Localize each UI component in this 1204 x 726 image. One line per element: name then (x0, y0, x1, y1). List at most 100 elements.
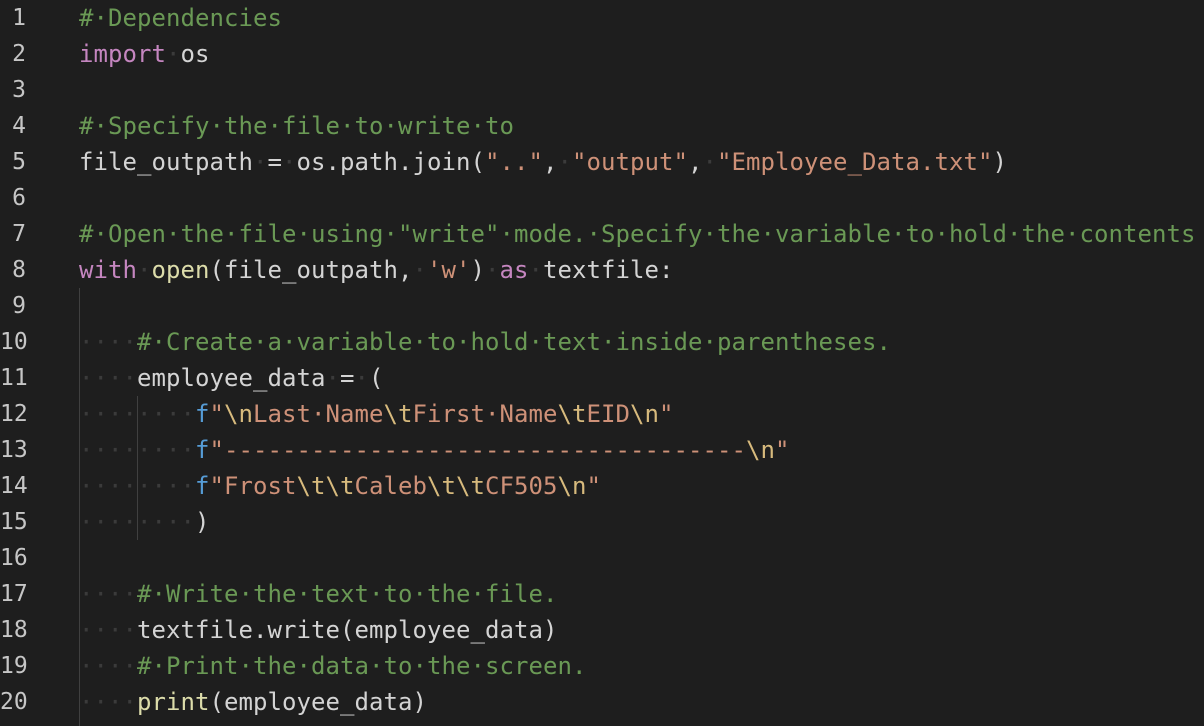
code-token: \n (224, 400, 253, 428)
code-token: #·Specify·the·file·to·write·to (79, 112, 514, 140)
code-token: " (774, 436, 790, 464)
code-token: "Frost (209, 472, 297, 500)
code-token: "------------------------------------ (209, 436, 746, 464)
code-text: #·Dependencies (79, 0, 282, 36)
code-line[interactable]: 17 ····#·Write·the·text·to·the·file. (0, 576, 1204, 612)
whitespace-marker: · (282, 148, 297, 176)
line-number: 6 (12, 185, 26, 211)
code-line[interactable]: 19 ····#·Print·the·data·to·the·screen. (0, 648, 1204, 684)
code-token: open (151, 256, 210, 284)
line-number: 18 (0, 617, 28, 643)
code-line[interactable]: 13 ········f"----------------------------… (0, 432, 1204, 468)
code-token: \t (557, 400, 587, 428)
code-token: f (195, 472, 210, 500)
code-token: ( (369, 364, 384, 392)
line-number: 2 (12, 41, 26, 67)
code-line[interactable]: 9 (0, 288, 1204, 324)
code-line[interactable]: 4 #·Specify·the·file·to·write·to (0, 108, 1204, 144)
code-token: " (659, 400, 674, 428)
code-token: \n (630, 400, 659, 428)
code-line[interactable]: 3 (0, 72, 1204, 108)
whitespace-marker: ···· (79, 580, 137, 608)
code-token: import (79, 40, 166, 68)
code-line[interactable]: 15 ········) (0, 504, 1204, 540)
line-number: 3 (12, 77, 26, 103)
code-token: employee_data (137, 364, 326, 392)
line-number: 7 (12, 221, 26, 247)
code-token: (file_outpath, (209, 256, 413, 284)
code-token: ".." (485, 148, 543, 176)
line-number: 20 (0, 689, 28, 715)
code-token: as (499, 256, 529, 284)
code-text: ········) (79, 504, 210, 540)
code-line[interactable]: 1 #·Dependencies (0, 0, 1204, 36)
line-number: 19 (0, 653, 28, 679)
code-line[interactable]: 7 #·Open·the·file·using·"write"·mode.·Spe… (0, 216, 1204, 252)
code-token: #·Dependencies (79, 4, 282, 32)
whitespace-marker: · (557, 148, 572, 176)
code-token: #·Write·the·text·to·the·file. (137, 580, 558, 608)
code-token: (employee_data) (209, 688, 427, 716)
code-token: " (586, 472, 601, 500)
whitespace-marker: ···· (79, 328, 137, 356)
code-text: ····#·Create·a·variable·to·hold·text·ins… (79, 324, 891, 360)
line-number: 9 (12, 293, 26, 319)
code-token: \n (745, 436, 775, 464)
code-line[interactable]: 18 ····textfile.write(employee_data) (0, 612, 1204, 648)
indent-guide (79, 288, 80, 726)
code-editor[interactable]: 1 #·Dependencies 2 import · os 3 4 #·Specify·the… (0, 0, 1204, 726)
code-line[interactable]: 10 ····#·Create·a·variable·to·hold·text·i… (0, 324, 1204, 360)
line-number: 8 (12, 257, 26, 283)
code-token: Last·Name (253, 400, 384, 428)
code-token: f (195, 436, 210, 464)
code-token: "Employee_Data.txt" (717, 148, 993, 176)
code-token: EID (586, 400, 630, 428)
code-token: #·Create·a·variable·to·hold·text·inside·… (137, 328, 891, 356)
code-token: \t\t (296, 472, 355, 500)
code-token: os.path.join( (296, 148, 485, 176)
line-number: 1 (12, 5, 26, 31)
code-text: ····#·Print·the·data·to·the·screen. (79, 648, 586, 684)
code-text: ········f"\nLast·Name\tFirst·Name\tEID\n… (79, 396, 674, 432)
code-token: First·Name (412, 400, 558, 428)
code-line[interactable]: 12 ········f"\nLast·Name\tFirst·Name\tEID… (0, 396, 1204, 432)
code-token: 'w' (427, 256, 471, 284)
code-token: Caleb (354, 472, 427, 500)
code-line[interactable]: 6 (0, 180, 1204, 216)
code-token: print (137, 688, 210, 716)
code-token: , (543, 148, 558, 176)
code-text: #·Open·the·file·using·"write"·mode.·Spec… (79, 216, 1195, 252)
code-token: = (267, 148, 282, 176)
code-token: CF505 (485, 472, 558, 500)
code-token: os (180, 40, 210, 68)
code-token: ) (992, 148, 1007, 176)
line-number: 4 (12, 113, 26, 139)
code-token: " (209, 400, 224, 428)
line-number: 5 (12, 149, 26, 175)
line-number: 10 (0, 329, 28, 355)
whitespace-marker: · (253, 148, 268, 176)
whitespace-marker: ···· (79, 652, 137, 680)
code-token: textfile.write(employee_data) (137, 616, 558, 644)
line-number: 15 (0, 509, 28, 535)
whitespace-marker: · (325, 364, 340, 392)
code-line[interactable]: 11 ····employee_data·=·( (0, 360, 1204, 396)
line-number: 11 (0, 365, 28, 391)
code-line[interactable]: 16 (0, 540, 1204, 576)
code-line[interactable]: 20 ····print(employee_data) (0, 684, 1204, 720)
code-token: ) (195, 508, 210, 536)
code-token: = (340, 364, 355, 392)
code-line[interactable]: 2 import·os (0, 36, 1204, 72)
code-token: #·Open·the·file·using·"write"·mode.·Spec… (79, 220, 1196, 248)
code-text: ········f"------------------------------… (79, 432, 789, 468)
whitespace-marker: · (354, 364, 369, 392)
code-token: \n (557, 472, 587, 500)
whitespace-marker: · (137, 256, 152, 284)
code-line[interactable]: 14 ········f"Frost\t\tCaleb\t\tCF505\n" (0, 468, 1204, 504)
code-line[interactable]: 8 with·open(file_outpath,·'w')·as·textfil… (0, 252, 1204, 288)
code-line[interactable]: 5 file_outpath·=·os.path.join("..",·"outp… (0, 144, 1204, 180)
code-token: textfile: (543, 256, 674, 284)
code-token: \t (383, 400, 413, 428)
code-text: #·Specify·the·file·to·write·to (79, 108, 514, 144)
code-token: \t\t (427, 472, 485, 500)
